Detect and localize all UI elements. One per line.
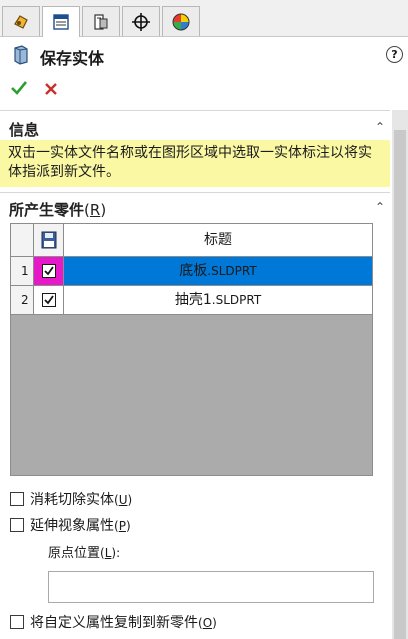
info-section-title: 信息 — [9, 121, 40, 139]
save-disk-icon — [41, 231, 56, 249]
tab-configurationmanager[interactable] — [82, 6, 120, 36]
help-icon[interactable]: ? — [386, 46, 403, 63]
divider — [0, 192, 390, 193]
part-name: 抽壳1 — [174, 292, 212, 308]
table-header-title[interactable]: 标题 — [64, 224, 372, 257]
checkbox-checked-icon — [41, 293, 56, 307]
table-row-number: 2 — [11, 286, 34, 315]
appearance-icon — [172, 13, 190, 30]
cancel-button[interactable] — [44, 82, 58, 96]
parts-mnemonic: R — [89, 201, 101, 219]
table-header-corner — [11, 224, 34, 257]
tab-propertymanager[interactable] — [42, 6, 80, 37]
part-extension: .SLDPRT — [211, 293, 262, 307]
table-row[interactable]: 抽壳1.SLDPRT — [64, 286, 372, 315]
scrollbar-thumb[interactable] — [394, 130, 406, 639]
tab-display-manager[interactable] — [162, 6, 200, 36]
propagate-visual-option[interactable]: 延伸视象属性(P) — [10, 515, 131, 535]
panel-title: 保存实体 — [40, 49, 105, 68]
save-bodies-icon — [14, 45, 28, 65]
origin-location-label: 原点位置(L): — [48, 546, 121, 561]
property-manager-icon — [53, 14, 69, 30]
copy-custom-properties-checkbox[interactable] — [10, 615, 24, 629]
parts-collapse-chevron-icon[interactable]: ⌃ — [375, 200, 385, 214]
tab-featuremanager[interactable] — [2, 6, 40, 36]
consume-cut-option[interactable]: 消耗切除实体(U) — [10, 489, 132, 509]
crosshair-icon — [132, 12, 150, 31]
checkbox-checked-icon — [41, 264, 56, 278]
part-name: 底板 — [179, 263, 208, 279]
table-header-save[interactable] — [34, 224, 64, 257]
table-row-selected[interactable]: 底板.SLDPRT — [64, 257, 372, 286]
feature-manager-icon — [14, 14, 28, 29]
tab-dimxpert[interactable] — [122, 6, 160, 36]
propagate-visual-checkbox[interactable] — [10, 518, 24, 532]
info-collapse-chevron-icon[interactable]: ⌃ — [375, 120, 385, 134]
row-save-checkbox[interactable] — [34, 286, 64, 315]
propagate-visual-label: 延伸视象属性(P) — [30, 518, 131, 534]
row-save-checkbox[interactable] — [34, 257, 64, 286]
consume-cut-label: 消耗切除实体(U) — [30, 492, 133, 508]
origin-location-input[interactable] — [48, 571, 374, 603]
parts-section-label: 所产生零件 — [9, 201, 85, 219]
copy-custom-properties-option[interactable]: 将自定义属性复制到新零件(O) — [10, 612, 217, 632]
copy-custom-properties-label: 将自定义属性复制到新零件(O) — [30, 615, 217, 631]
part-extension: .SLDPRT — [207, 264, 257, 278]
consume-cut-checkbox[interactable] — [10, 492, 24, 506]
table-row-number: 1 — [11, 257, 34, 286]
ok-button[interactable] — [10, 80, 28, 96]
info-message: 双击一实体文件名称或在图形区域中选取一实体标注以将实体指派到新文件。 — [0, 140, 390, 187]
configuration-manager-icon — [94, 13, 108, 30]
divider — [0, 110, 390, 111]
parts-section-title: 所产生零件(R) — [9, 201, 107, 219]
